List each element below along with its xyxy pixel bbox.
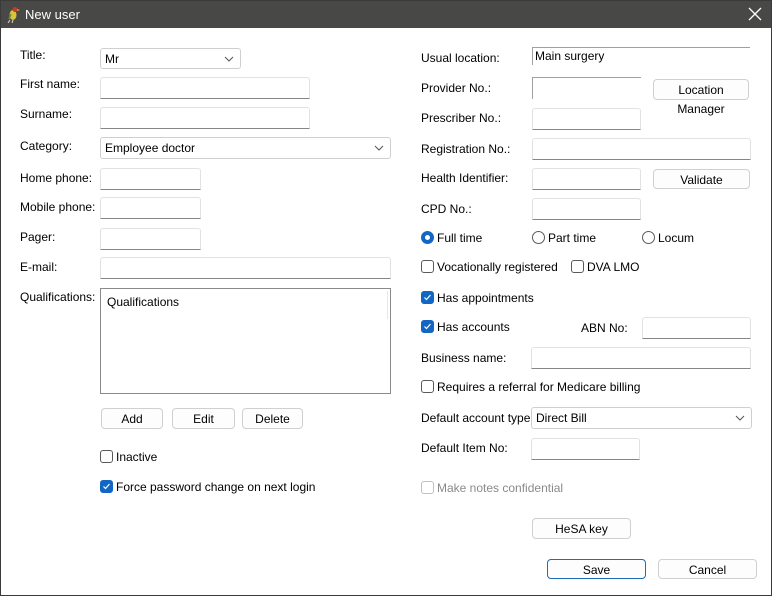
default-item-no-input[interactable] (531, 438, 640, 460)
hesa-key-button[interactable]: HeSA key (532, 518, 631, 539)
registration-no-input[interactable] (532, 138, 751, 160)
provider-no-input[interactable] (532, 77, 641, 99)
title-bar: New user (1, 1, 771, 28)
force-password-checkbox[interactable] (100, 480, 113, 493)
prescriber-no-label: Prescriber No.: (421, 111, 502, 125)
default-account-type-select[interactable]: Direct Bill (531, 407, 752, 429)
has-appointments-checkbox[interactable] (421, 291, 434, 304)
cpd-no-input[interactable] (532, 198, 641, 220)
checkmark-icon (103, 483, 110, 490)
title-select[interactable]: Mr (100, 48, 241, 69)
pager-label: Pager: (20, 230, 56, 244)
scrollbar[interactable] (387, 291, 388, 319)
has-appointments-label: Has appointments (437, 291, 534, 305)
category-label: Category: (20, 139, 73, 153)
has-accounts-checkbox[interactable] (421, 320, 434, 333)
delete-qualification-button[interactable]: Delete (242, 408, 303, 429)
close-icon[interactable] (745, 4, 765, 24)
mobile-phone-input[interactable] (100, 197, 201, 219)
default-account-type-value: Direct Bill (536, 411, 587, 425)
title-select-value: Mr (105, 52, 119, 66)
provider-no-label: Provider No.: (421, 81, 492, 95)
category-select-value: Employee doctor (105, 141, 196, 155)
cpd-no-label: CPD No.: (421, 202, 472, 216)
make-notes-confidential-checkbox[interactable] (421, 481, 434, 494)
surname-label: Surname: (20, 107, 73, 121)
cancel-button[interactable]: Cancel (658, 559, 757, 579)
mobile-phone-label: Mobile phone: (20, 200, 96, 214)
business-name-label: Business name: (421, 351, 507, 365)
requires-referral-checkbox[interactable] (421, 380, 434, 393)
edit-qualification-button[interactable]: Edit (172, 408, 235, 429)
checkmark-icon (424, 323, 431, 330)
make-notes-confidential-label: Make notes confidential (437, 481, 564, 495)
inactive-label: Inactive (116, 450, 158, 464)
qualifications-list[interactable]: Qualifications (100, 288, 391, 394)
title-label: Title: (20, 48, 46, 62)
surname-input[interactable] (100, 107, 310, 129)
health-identifier-label: Health Identifier: (421, 171, 509, 185)
inactive-checkbox[interactable] (100, 450, 113, 463)
default-item-no-label: Default Item No: (421, 441, 508, 455)
chevron-down-icon (374, 145, 384, 151)
locum-label: Locum (658, 231, 695, 245)
add-qualification-button[interactable]: Add (101, 408, 163, 429)
part-time-radio[interactable] (532, 231, 545, 244)
home-phone-label: Home phone: (20, 171, 93, 185)
default-account-type-label: Default account type: (421, 411, 534, 425)
qualifications-label: Qualifications: (20, 290, 96, 304)
email-label: E-mail: (20, 260, 58, 274)
chevron-down-icon (224, 56, 234, 62)
dva-lmo-checkbox[interactable] (571, 260, 584, 273)
first-name-input[interactable] (100, 77, 310, 99)
email-input[interactable] (100, 257, 391, 279)
first-name-label: First name: (20, 77, 81, 91)
validate-button[interactable]: Validate (653, 169, 750, 189)
prescriber-no-input[interactable] (532, 108, 641, 130)
location-manager-button[interactable]: Location Manager (653, 79, 749, 116)
category-select[interactable]: Employee doctor (100, 137, 391, 159)
usual-location-label: Usual location: (421, 51, 500, 65)
full-time-label: Full time (437, 231, 483, 245)
vocationally-registered-label: Vocationally registered (437, 260, 558, 274)
force-password-label: Force password change on next login (116, 480, 316, 494)
dva-lmo-label: DVA LMO (587, 260, 640, 274)
usual-location-input[interactable]: Main surgery (532, 47, 750, 65)
requires-referral-label: Requires a referral for Medicare billing (437, 380, 641, 394)
window-title: New user (25, 7, 80, 22)
save-button[interactable]: Save (547, 559, 646, 579)
registration-no-label: Registration No.: (421, 142, 511, 156)
locum-radio[interactable] (642, 231, 655, 244)
abn-no-input[interactable] (642, 317, 751, 339)
new-user-dialog: New user Title: Mr First name: Surname: … (0, 0, 772, 596)
business-name-input[interactable] (531, 347, 751, 369)
bird-app-icon (7, 7, 20, 23)
health-identifier-input[interactable] (532, 168, 641, 190)
has-accounts-label: Has accounts (437, 320, 510, 334)
full-time-radio[interactable] (421, 231, 434, 244)
part-time-label: Part time (548, 231, 597, 245)
chevron-down-icon (735, 415, 745, 421)
pager-input[interactable] (100, 228, 201, 250)
abn-no-label: ABN No: (581, 321, 628, 335)
vocationally-registered-checkbox[interactable] (421, 260, 434, 273)
usual-location-value: Main surgery (535, 49, 605, 63)
home-phone-input[interactable] (100, 168, 201, 190)
checkmark-icon (424, 294, 431, 301)
qualifications-list-item[interactable]: Qualifications (107, 295, 384, 309)
